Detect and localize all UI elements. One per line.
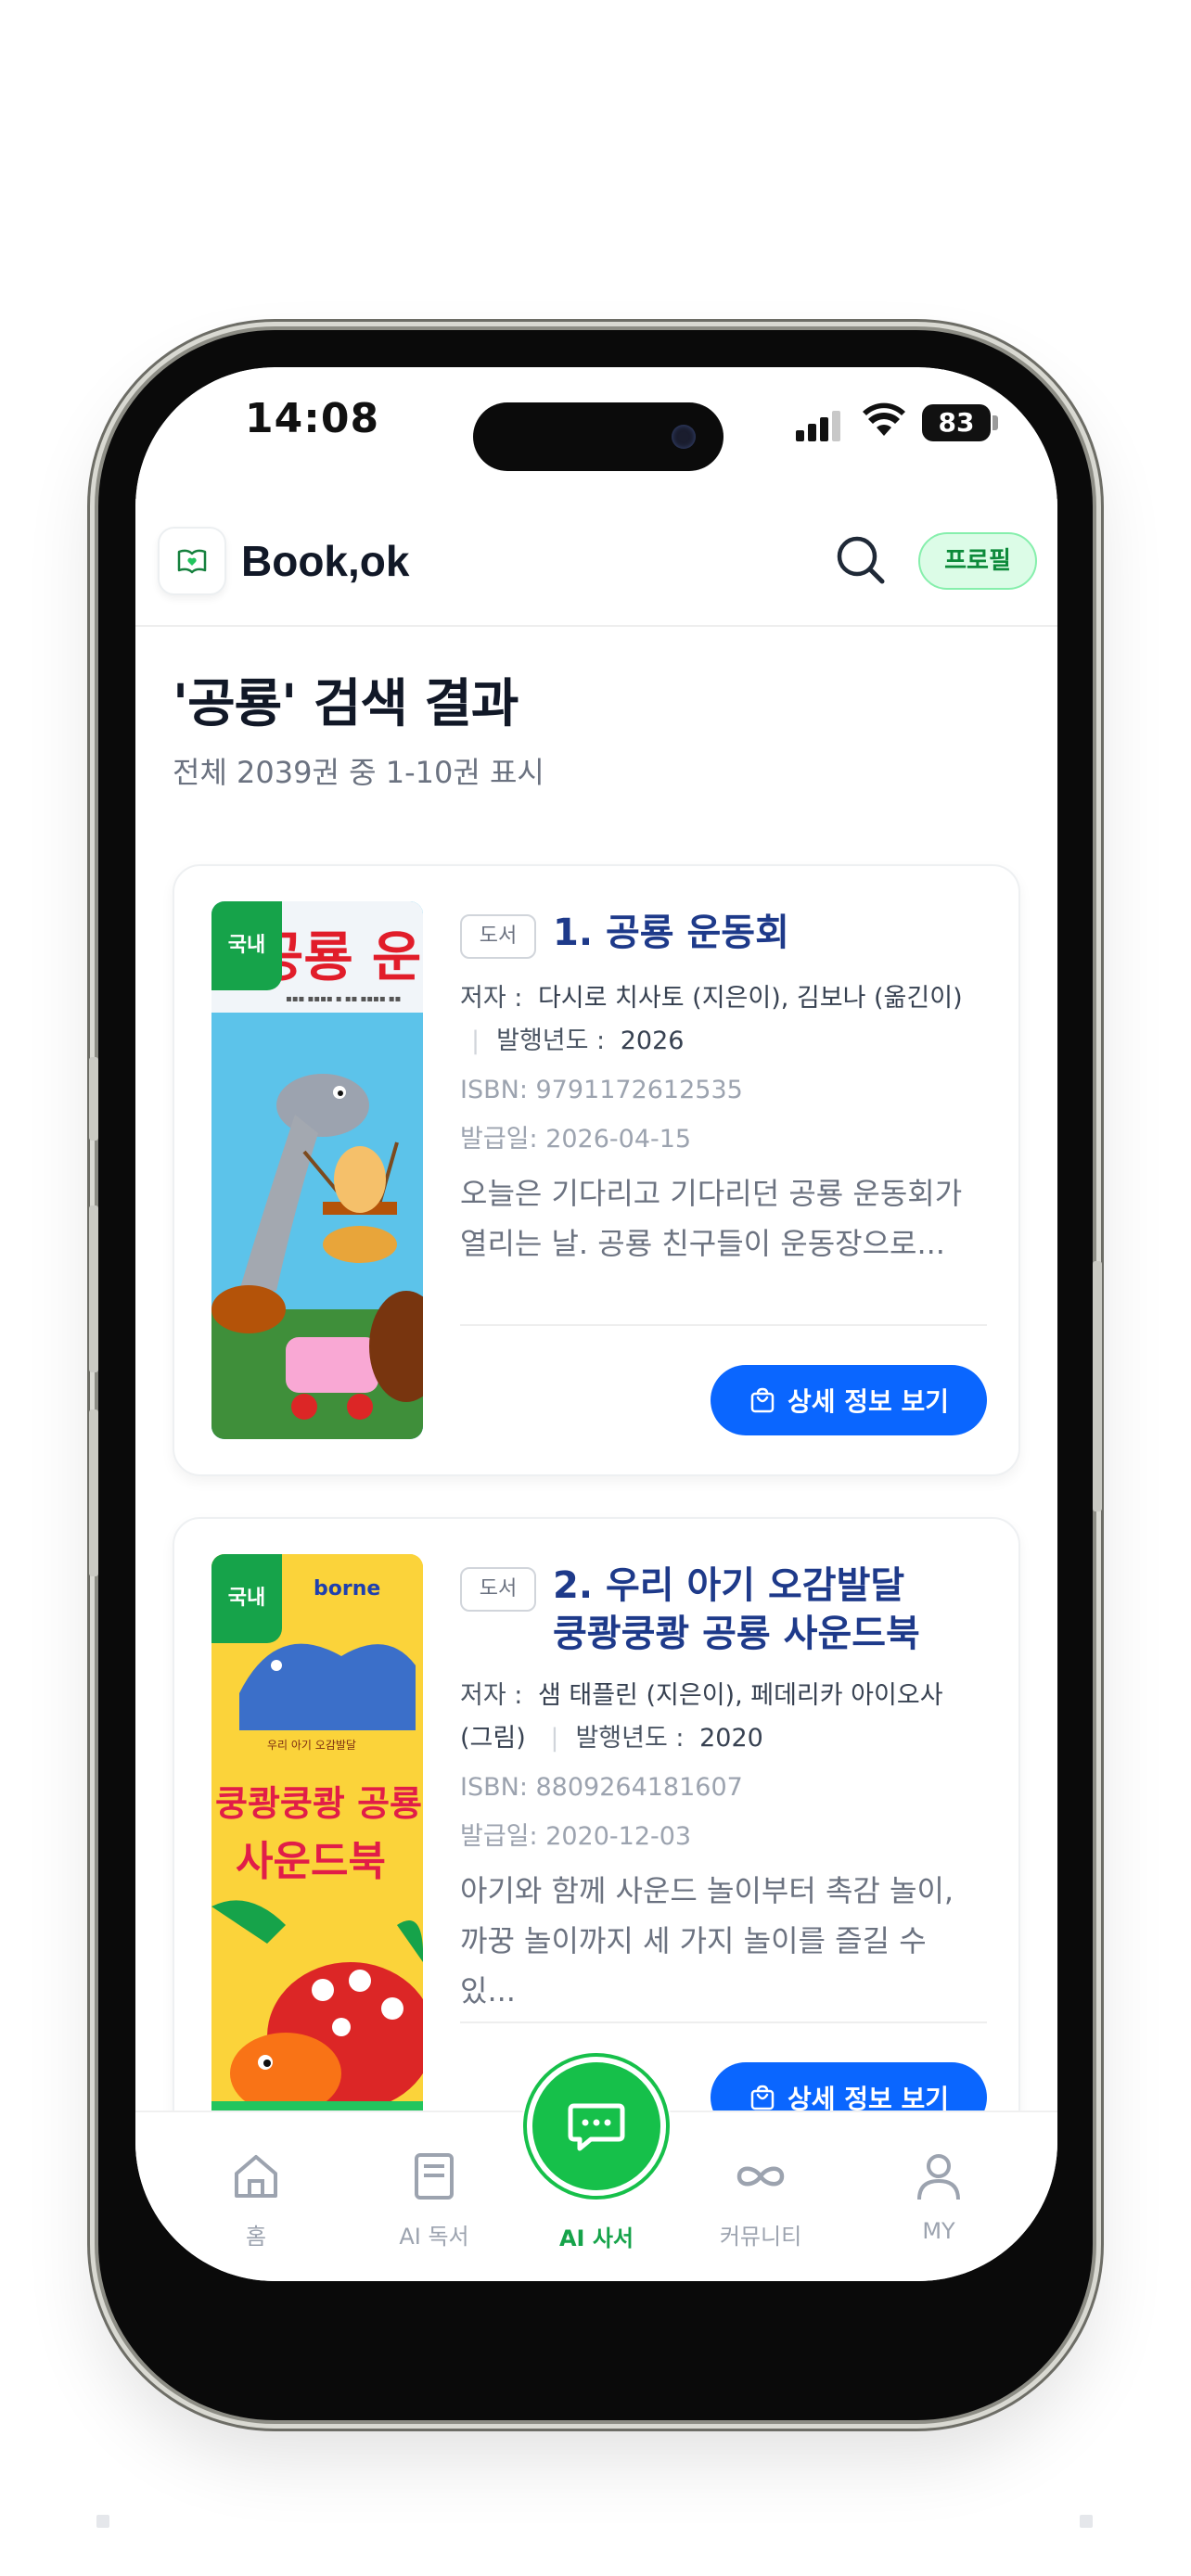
nav-ai-reading-label: AI 독서 <box>399 2224 469 2250</box>
author-label: 저자 : <box>460 1681 523 1710</box>
meta-separator: | <box>471 1027 480 1055</box>
book-author-line: 저자 : 샘 태플린 (지은이), 페데리카 아이오사 <box>460 1675 998 1717</box>
book-card[interactable]: 공룡 운동회 ▪▪▪ ▪▪▪▪ ▪ ▪▪ ▪▪▪▪ ▪▪ 국 <box>173 864 1020 1476</box>
profile-button[interactable]: 프로필 <box>918 532 1037 590</box>
dynamic-island <box>473 402 724 471</box>
book-issue-date: 발급일: 2026-04-15 <box>460 1125 692 1154</box>
book-isbn: ISBN: 8809264181607 <box>460 1773 743 1802</box>
nav-ai-librarian-label: AI 사서 <box>558 2225 634 2251</box>
year-value: 2026 <box>620 1027 685 1055</box>
book-year-line: | 발행년도 : 2026 <box>460 1020 998 1063</box>
result-count: 전체 2039권 중 1-10권 표시 <box>173 755 544 790</box>
author-label: 저자 : <box>460 984 523 1013</box>
book-cover[interactable]: borne 우리 아기 오감발달 쿵쾅쿵쾅 공룡 사운드북 국내 <box>211 1554 423 2148</box>
camera-icon <box>672 425 696 449</box>
domestic-badge: 국내 <box>211 901 282 990</box>
nav-my-label: MY <box>922 2218 955 2244</box>
wifi-icon <box>863 402 905 436</box>
nav-ai-reading[interactable]: AI 독서 <box>369 2149 499 2251</box>
search-icon[interactable] <box>833 532 889 588</box>
phone-action-button <box>89 1057 98 1141</box>
status-time: 14:08 <box>245 395 380 442</box>
book-description: 오늘은 기다리고 기다리던 공룡 운동회가 열리는 날. 공룡 친구들이 운동장… <box>460 1168 989 1269</box>
nav-ai-librarian[interactable] <box>521 2051 672 2201</box>
description-line-2: 열리는 날. 공룡 친구들이 운동장으로... <box>460 1226 945 1261</box>
cellular-signal-icon <box>796 410 844 441</box>
app-header: Book,ok 프로필 <box>135 499 1057 627</box>
detail-button[interactable]: 상세 정보 보기 <box>711 1365 987 1435</box>
phone-volume-down-button <box>89 1409 98 1576</box>
bottom-navigation: 홈 AI 독서 AI 사서 커뮤니티 MY <box>135 2051 1057 2281</box>
book-title[interactable]: 2. 우리 아기 오감발달 쿵쾅쿵쾅 공룡 사운드북 <box>553 1562 998 1658</box>
book-isbn: ISBN: 9791172612535 <box>460 1076 743 1104</box>
type-tag: 도서 <box>460 914 536 959</box>
phone-power-button <box>1093 1261 1102 1511</box>
book-issue-date: 발급일: 2020-12-03 <box>460 1822 692 1851</box>
nav-community[interactable]: 커뮤니티 <box>696 2149 826 2251</box>
book-description: 아기와 함께 사운드 놀이부터 촉감 놀이, 까꿍 놀이까지 세 가지 놀이를 … <box>460 1866 989 2016</box>
book-title-line-2: 쿵쾅쿵쾅 공룡 사운드북 <box>553 1613 920 1655</box>
meta-separator: | <box>550 1724 559 1753</box>
card-divider <box>460 2021 987 2023</box>
description-line-1: 아기와 함께 사운드 놀이부터 촉감 놀이, <box>460 1873 954 1908</box>
type-tag: 도서 <box>460 1567 536 1612</box>
shopping-bag-icon <box>750 1387 775 1413</box>
book-cover[interactable]: 공룡 운동회 ▪▪▪ ▪▪▪▪ ▪ ▪▪ ▪▪▪▪ ▪▪ 국 <box>211 901 423 1439</box>
nav-my[interactable]: MY <box>874 2149 1004 2244</box>
home-icon <box>235 2155 277 2198</box>
year-value: 2020 <box>699 1724 763 1753</box>
book-heart-icon <box>177 549 207 574</box>
year-label: 발행년도 : <box>575 1724 685 1753</box>
app-logo[interactable] <box>158 527 226 595</box>
description-line-1: 오늘은 기다리고 기다리던 공룡 운동회가 <box>460 1176 963 1211</box>
app-area: 14:08 83 Book,ok 프로필 '공룡' 검색 결과 전체 2039권… <box>135 367 1057 2281</box>
description-line-2: 까꿍 놀이까지 세 가지 놀이를 즐길 수 있... <box>460 1923 927 2009</box>
book-title-line-1: 2. 우리 아기 오감발달 <box>553 1564 905 1607</box>
nav-home-label: 홈 <box>245 2224 267 2250</box>
cover-title-line-1: 쿵쾅쿵쾅 공룡 <box>215 1783 422 1824</box>
ai-librarian-button[interactable] <box>527 2057 666 2196</box>
year-label: 발행년도 : <box>496 1027 606 1055</box>
book-icon <box>415 2153 454 2200</box>
author-value-continued: (그림) <box>460 1724 526 1753</box>
chat-bubble-icon <box>568 2103 625 2151</box>
app-name[interactable]: Book,ok <box>241 536 409 586</box>
cover-small-text: 우리 아기 오감발달 <box>267 1739 356 1752</box>
cover-brand-text: borne <box>314 1577 380 1600</box>
book-author-line: 저자 : 다시로 치사토 (지은이), 김보나 (옮긴이) <box>460 977 998 1020</box>
card-divider <box>460 1324 987 1326</box>
svg-text:▪▪▪ ▪▪▪▪ ▪ ▪▪ ▪▪▪▪ ▪▪: ▪▪▪ ▪▪▪▪ ▪ ▪▪ ▪▪▪▪ ▪▪ <box>286 994 401 1004</box>
user-icon <box>917 2154 960 2200</box>
phone-volume-up-button <box>89 1205 98 1372</box>
author-value: 다시로 치사토 (지은이), 김보나 (옮긴이) <box>537 984 963 1013</box>
nav-home[interactable]: 홈 <box>191 2149 321 2251</box>
nav-community-label: 커뮤니티 <box>719 2224 802 2250</box>
infinity-icon <box>736 2166 785 2187</box>
shopping-bag-icon <box>750 2085 775 2111</box>
author-value: 샘 태플린 (지은이), 페데리카 아이오사 <box>537 1681 943 1710</box>
book-title[interactable]: 1. 공룡 운동회 <box>553 909 998 957</box>
domestic-badge: 국내 <box>211 1554 282 1643</box>
detail-button-label: 상세 정보 보기 <box>787 1386 950 1417</box>
phone-screen: 14:08 83 Book,ok 프로필 '공룡' 검색 결과 전체 2039권… <box>135 367 1057 2281</box>
book-year-line: (그림) | 발행년도 : 2020 <box>460 1717 998 1760</box>
battery-tip <box>992 415 998 430</box>
corner-mark-right <box>1080 2515 1093 2528</box>
battery-indicator: 83 <box>922 404 991 441</box>
search-result-title: '공룡' 검색 결과 <box>173 674 519 734</box>
book-cover-art: borne 우리 아기 오감발달 쿵쾅쿵쾅 공룡 사운드북 <box>211 1554 423 2148</box>
cover-title-line-2: 사운드북 <box>236 1838 386 1885</box>
corner-mark-left <box>96 2515 109 2528</box>
